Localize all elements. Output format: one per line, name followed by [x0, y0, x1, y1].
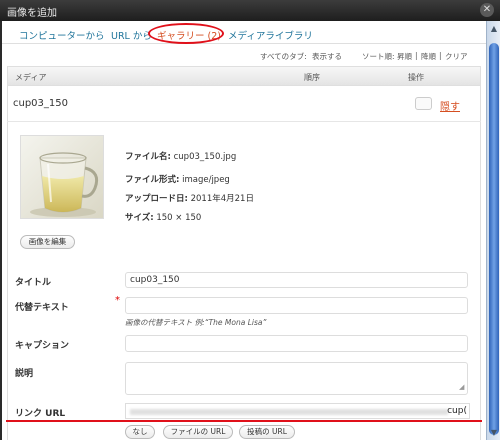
caption-label: キャプション: [15, 341, 70, 351]
header-action: 操作: [408, 73, 424, 82]
media-table-header: メディア 順序 操作: [7, 66, 481, 86]
vertical-scrollbar[interactable]: ▲ ▼: [486, 21, 500, 440]
scroll-down-icon[interactable]: ▼: [487, 427, 500, 438]
description-label: 説明: [15, 369, 34, 379]
alt-text-input[interactable]: [125, 297, 468, 314]
file-name-label: ファイル名:: [125, 152, 171, 162]
close-icon[interactable]: ✕: [480, 3, 494, 17]
file-type-value: image/jpeg: [182, 175, 230, 185]
media-tabs: コンピューターから URL から ギャラリー (2) メディアライブラリ: [2, 21, 486, 44]
separator: |: [415, 51, 418, 60]
edit-image-button[interactable]: 画像を編集: [20, 235, 75, 249]
required-mark: *: [115, 295, 120, 306]
sort-ascending-link[interactable]: 昇順: [397, 51, 412, 62]
upload-date-label: アップロード日:: [125, 194, 188, 204]
hide-link[interactable]: 隠す: [440, 98, 460, 113]
description-textarea[interactable]: [125, 362, 468, 395]
media-thumbnail: [20, 135, 104, 219]
annotation-circle: [148, 23, 224, 44]
annotation-underline: [6, 420, 482, 422]
dialog-title: 画像を追加: [7, 8, 57, 19]
media-item-title[interactable]: cup03_150: [13, 98, 68, 109]
link-file-url-button[interactable]: ファイルの URL: [163, 425, 233, 439]
tab-from-url[interactable]: URL から: [111, 28, 152, 42]
link-url-value: cup(: [447, 406, 467, 416]
alt-text-hint: 画像の代替テキスト 例:“The Mona Lisa”: [125, 318, 267, 327]
link-post-url-button[interactable]: 投稿の URL: [239, 425, 295, 439]
blurred-url: [130, 409, 448, 415]
sort-label: ソート順:: [362, 52, 395, 61]
link-url-input[interactable]: cup(: [125, 403, 470, 419]
header-order: 順序: [304, 73, 320, 82]
title-label: タイトル: [15, 278, 52, 288]
caption-input[interactable]: [125, 335, 468, 352]
alt-text-label: 代替テキスト: [15, 303, 69, 313]
upload-date-row: アップロード日: 2011年4月21日: [125, 192, 254, 204]
size-value: 150 × 150: [156, 213, 202, 223]
dialog-content: コンピューターから URL から ギャラリー (2) メディアライブラリ すべて…: [2, 21, 486, 440]
divider: [7, 121, 481, 122]
all-tabs-label: すべてのタブ:: [260, 52, 307, 61]
sort-descending-link[interactable]: 降順: [421, 51, 436, 62]
title-input[interactable]: cup03_150: [125, 272, 468, 288]
order-input[interactable]: [415, 97, 432, 110]
separator: |: [439, 51, 442, 60]
scroll-thumb[interactable]: [489, 43, 499, 435]
header-media: メディア: [15, 73, 47, 82]
file-type-label: ファイル形式:: [125, 175, 180, 185]
show-all-link[interactable]: 表示する: [312, 51, 342, 62]
sort-clear-link[interactable]: クリア: [445, 51, 468, 62]
link-none-button[interactable]: なし: [125, 425, 155, 439]
link-url-label: リンク URL: [15, 409, 66, 419]
tab-media-library[interactable]: メディアライブラリ: [228, 28, 313, 42]
file-name-value: cup03_150.jpg: [173, 152, 237, 162]
size-label: サイズ:: [125, 213, 154, 223]
tab-from-computer[interactable]: コンピューターから: [19, 28, 105, 42]
dialog-titlebar: 画像を追加 ✕: [0, 0, 500, 21]
scroll-up-icon[interactable]: ▲: [487, 23, 500, 34]
size-row: サイズ: 150 × 150: [125, 211, 201, 223]
file-type-row: ファイル形式: image/jpeg: [125, 173, 230, 185]
file-name-row: ファイル名: cup03_150.jpg: [125, 150, 236, 162]
upload-date-value: 2011年4月21日: [190, 194, 254, 204]
resize-grip-icon[interactable]: ◢: [459, 383, 464, 391]
